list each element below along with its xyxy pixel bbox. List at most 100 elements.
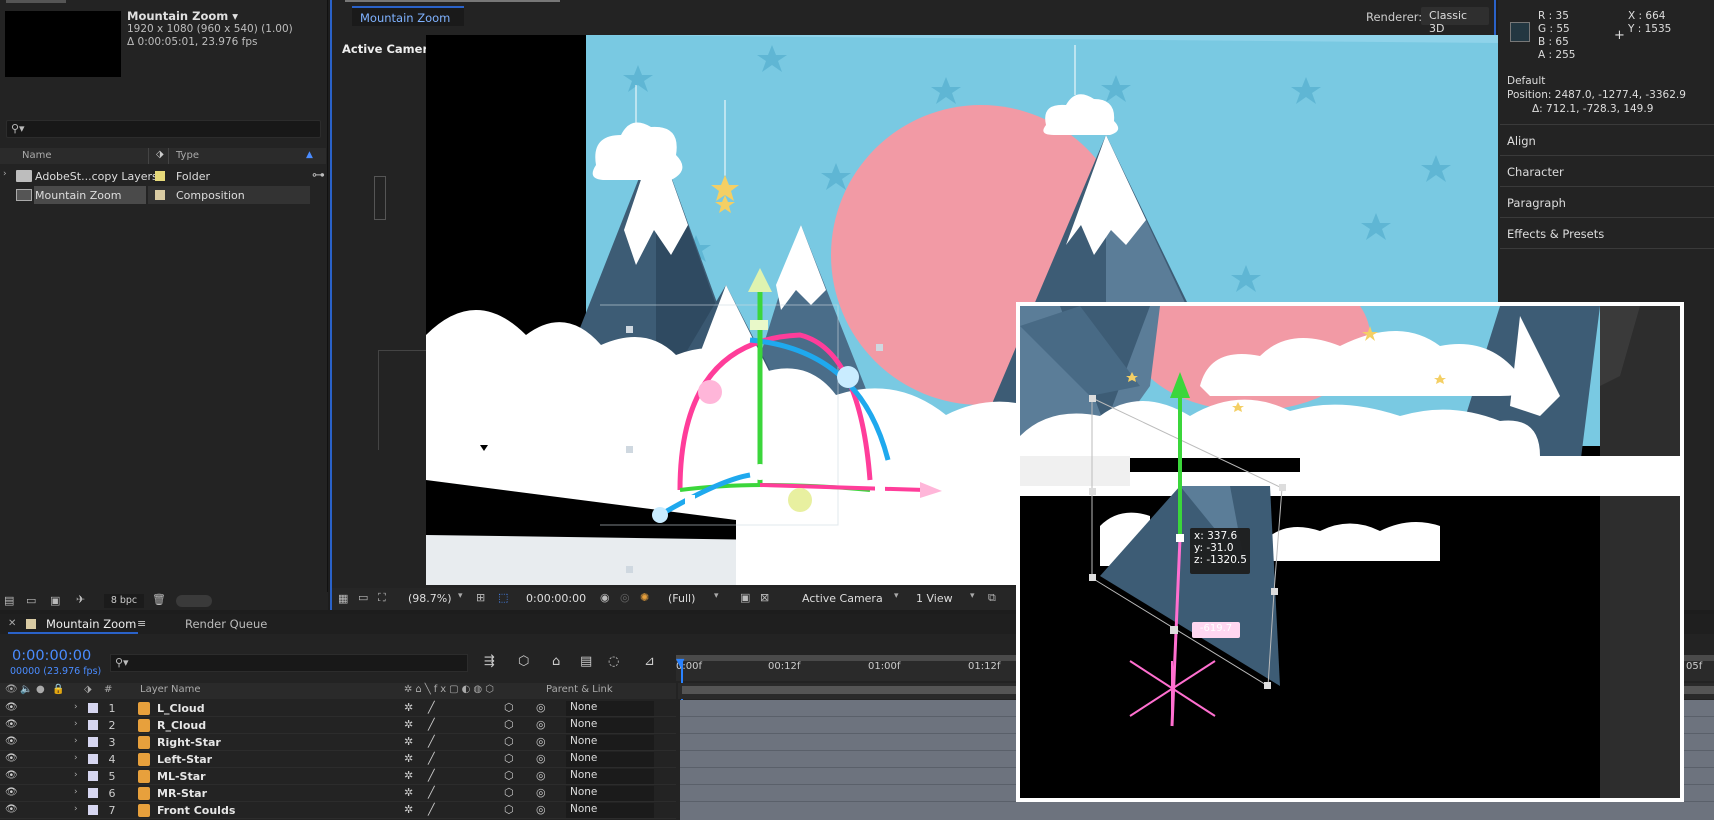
- quality-switch-icon[interactable]: ╱: [428, 803, 435, 816]
- tab-timeline-mountain-zoom[interactable]: Mountain Zoom: [46, 617, 136, 631]
- draft-3d-icon[interactable]: ⬡: [518, 654, 529, 669]
- column-type[interactable]: Type: [176, 150, 199, 161]
- bit-depth-button[interactable]: 8 bpc: [104, 594, 144, 608]
- eye-icon[interactable]: 👁: [5, 787, 18, 798]
- frame-blending-icon[interactable]: ▤: [580, 654, 592, 669]
- layer-name[interactable]: L_Cloud: [157, 702, 205, 715]
- 3d-transform-gizmo[interactable]: [600, 260, 960, 580]
- layer-name[interactable]: R_Cloud: [157, 719, 206, 732]
- label-tag-icon[interactable]: ⬗: [156, 149, 164, 160]
- sort-asc-icon[interactable]: ▲: [306, 150, 313, 160]
- color-channel-icon[interactable]: ✺: [640, 591, 649, 604]
- project-item-folder[interactable]: › AdobeSt...copy Layers Folder: [0, 167, 310, 185]
- camera-snapshot-icon[interactable]: ◉: [600, 591, 610, 604]
- pick-whip-icon[interactable]: ◎: [536, 769, 546, 782]
- new-comp-icon[interactable]: ▣: [50, 594, 60, 607]
- pick-whip-icon[interactable]: ◎: [536, 735, 546, 748]
- zoom-dropdown[interactable]: (98.7%): [408, 592, 452, 605]
- new-folder-icon[interactable]: ▭: [26, 594, 36, 607]
- transparency-grid-icon[interactable]: ⬚: [498, 591, 508, 604]
- 3d-layer-icon[interactable]: ⬡: [504, 752, 514, 765]
- interpret-footage-icon[interactable]: ▤: [4, 594, 14, 607]
- chevron-right-icon[interactable]: ›: [74, 702, 78, 712]
- grid-icon[interactable]: ⊞: [476, 591, 485, 604]
- layer-row[interactable]: 👁 › 2 R_Cloud ✲ ╱ ⬡ ◎ None: [0, 717, 676, 734]
- pick-whip-icon[interactable]: ◎: [536, 803, 546, 816]
- eye-icon[interactable]: 👁: [5, 804, 18, 815]
- toggle-pixel-aspect-icon[interactable]: ⧉: [988, 591, 996, 605]
- pick-whip-icon[interactable]: ◎: [536, 701, 546, 714]
- layer-row[interactable]: 👁 › 6 MR-Star ✲ ╱ ⬡ ◎ None: [0, 785, 676, 802]
- parent-dropdown[interactable]: None: [566, 752, 654, 767]
- video-visibility-icon[interactable]: 👁: [5, 684, 18, 695]
- chevron-right-icon[interactable]: ›: [74, 770, 78, 780]
- shy-switch-icon[interactable]: ✲: [404, 735, 413, 748]
- pick-whip-icon[interactable]: ◎: [536, 786, 546, 799]
- 3d-layer-icon[interactable]: ⬡: [504, 735, 514, 748]
- motion-blur-icon[interactable]: ◌: [608, 654, 619, 669]
- camera-view-dropdown[interactable]: Active Camera: [802, 592, 883, 605]
- lock-icon[interactable]: 🔒: [52, 684, 64, 695]
- chevron-down-icon[interactable]: ▾: [458, 591, 463, 601]
- quality-switch-icon[interactable]: ╱: [428, 735, 435, 748]
- chevron-down-icon[interactable]: ▾: [970, 591, 975, 601]
- timecode-display[interactable]: 0:00:00:00: [526, 592, 586, 605]
- layer-name[interactable]: Front Coulds: [157, 804, 235, 817]
- resolution-dropdown[interactable]: (Full): [668, 592, 695, 605]
- layer-name[interactable]: Right-Star: [157, 736, 221, 749]
- close-icon[interactable]: ✕: [8, 618, 16, 629]
- timeline-search-input[interactable]: ⚲▾: [110, 654, 468, 672]
- layer-name[interactable]: ML-Star: [157, 770, 206, 783]
- region-of-interest-icon[interactable]: ▣: [740, 591, 750, 604]
- shy-switch-icon[interactable]: ✲: [404, 803, 413, 816]
- shy-switch-icon[interactable]: ✲: [404, 769, 413, 782]
- parent-dropdown[interactable]: None: [566, 735, 654, 750]
- layer-row[interactable]: 👁 › 1 L_Cloud ✲ ╱ ⬡ ◎ None: [0, 700, 676, 717]
- quality-switch-icon[interactable]: ╱: [428, 786, 435, 799]
- shy-layers-icon[interactable]: ⌂: [552, 654, 560, 669]
- flowchart-icon[interactable]: ⊶: [312, 168, 325, 183]
- 3d-layer-icon[interactable]: ⬡: [504, 803, 514, 816]
- label-color-swatch[interactable]: [88, 703, 98, 713]
- project-item-composition[interactable]: Mountain Zoom Composition: [0, 186, 310, 204]
- chevron-right-icon[interactable]: ›: [74, 719, 78, 729]
- shy-switch-icon[interactable]: ✲: [404, 752, 413, 765]
- switches-icons[interactable]: ✲⌂╲fx▢◐◍⬡: [404, 684, 497, 695]
- chevron-right-icon[interactable]: ›: [74, 753, 78, 763]
- pick-whip-icon[interactable]: ◎: [536, 752, 546, 765]
- show-snapshot-icon[interactable]: ◎: [620, 591, 630, 604]
- quality-switch-icon[interactable]: ╱: [428, 718, 435, 731]
- chevron-right-icon[interactable]: ›: [74, 804, 78, 814]
- eye-icon[interactable]: 👁: [5, 753, 18, 764]
- label-tag-icon[interactable]: ⬗: [84, 684, 92, 695]
- label-color-swatch[interactable]: [155, 190, 165, 200]
- column-layer-name[interactable]: Layer Name: [140, 684, 201, 695]
- transparency-icon[interactable]: ⊠: [760, 591, 769, 604]
- parent-dropdown[interactable]: None: [566, 803, 654, 818]
- layer-row[interactable]: 👁 › 4 Left-Star ✲ ╱ ⬡ ◎ None: [0, 751, 676, 768]
- playhead-handle-icon[interactable]: ▼: [676, 656, 684, 669]
- audio-icon[interactable]: 🔈: [20, 684, 32, 695]
- panel-character[interactable]: Character: [1507, 165, 1564, 179]
- eye-icon[interactable]: 👁: [5, 702, 18, 713]
- column-name[interactable]: Name: [22, 150, 52, 161]
- quality-switch-icon[interactable]: ╱: [428, 701, 435, 714]
- layer-name[interactable]: Left-Star: [157, 753, 212, 766]
- label-color-swatch[interactable]: [88, 805, 98, 815]
- tab-menu-icon[interactable]: ≡: [137, 617, 146, 630]
- layer-row[interactable]: 👁 › 3 Right-Star ✲ ╱ ⬡ ◎ None: [0, 734, 676, 751]
- layer-name[interactable]: MR-Star: [157, 787, 207, 800]
- panel-effects-presets[interactable]: Effects & Presets: [1507, 227, 1604, 241]
- mask-icon[interactable]: ⛶: [378, 591, 386, 605]
- eye-icon[interactable]: 👁: [5, 736, 18, 747]
- shy-switch-icon[interactable]: ✲: [404, 718, 413, 731]
- quality-switch-icon[interactable]: ╱: [428, 769, 435, 782]
- label-color-swatch[interactable]: [88, 754, 98, 764]
- chevron-right-icon[interactable]: ›: [74, 787, 78, 797]
- view-layout-dropdown[interactable]: 1 View: [916, 592, 953, 605]
- shy-switch-icon[interactable]: ✲: [404, 701, 413, 714]
- comp-title[interactable]: Mountain Zoom ▾: [127, 9, 238, 23]
- trash-icon[interactable]: 🗑: [152, 593, 166, 606]
- shy-switch-icon[interactable]: ✲: [404, 786, 413, 799]
- 3d-layer-icon[interactable]: ⬡: [504, 701, 514, 714]
